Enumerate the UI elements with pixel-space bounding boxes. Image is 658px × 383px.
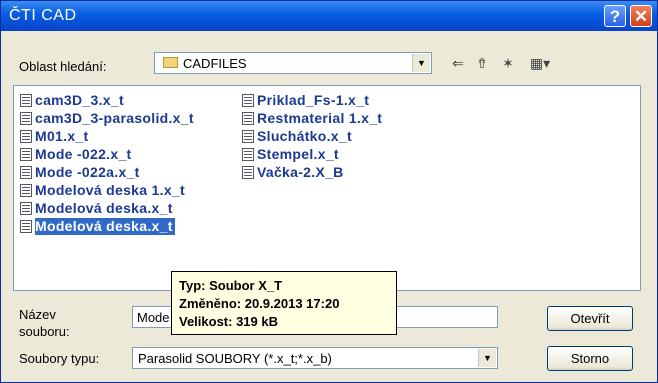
lookin-label: Oblast hledání:: [19, 59, 107, 74]
open-button[interactable]: Otevřít: [547, 306, 633, 331]
help-button[interactable]: ?: [604, 5, 626, 27]
file-icon: [20, 130, 32, 143]
file-icon: [242, 166, 254, 179]
filename-label-line2: souboru:: [19, 324, 70, 339]
back-icon[interactable]: ⇐: [449, 55, 467, 71]
chevron-down-icon[interactable]: ▼: [412, 54, 430, 72]
file-icon: [20, 220, 32, 233]
tooltip-modified: Změněno: 20.9.2013 17:20: [179, 296, 340, 311]
close-button[interactable]: ✕: [630, 5, 652, 27]
lookin-value: CADFILES: [183, 56, 247, 71]
filetype-value: Parasolid SOUBORY (*.x_t;*.x_b): [138, 351, 332, 366]
file-icon: [20, 184, 32, 197]
file-icon: [242, 148, 254, 161]
filename-label-line1: Název: [19, 307, 56, 322]
open-file-dialog: ČTI CAD ? ✕ Oblast hledání: CADFILES ▼ ⇐…: [0, 0, 658, 383]
title-bar[interactable]: ČTI CAD ? ✕: [1, 1, 657, 31]
chevron-down-icon[interactable]: ▼: [478, 349, 496, 367]
file-list[interactable]: cam3D_3.x_t cam3D_3-parasolid.x_t M01.x_…: [13, 85, 641, 291]
view-menu-icon[interactable]: ▦▾: [525, 55, 555, 71]
file-icon: [242, 94, 254, 107]
lookin-dropdown[interactable]: CADFILES ▼: [154, 52, 432, 74]
filetype-label: Soubory typu:: [19, 351, 100, 366]
up-folder-icon[interactable]: ⇮: [473, 55, 491, 71]
file-info-tooltip: Typ: Soubor X_T Změněno: 20.9.2013 17:20…: [171, 271, 397, 335]
file-icon: [20, 148, 32, 161]
tooltip-type: Typ: Soubor X_T: [179, 278, 283, 293]
file-icon: [242, 130, 254, 143]
filetype-dropdown[interactable]: Parasolid SOUBORY (*.x_t;*.x_b) ▼: [132, 347, 498, 369]
new-folder-icon[interactable]: ✶: [499, 55, 517, 71]
file-icon: [20, 166, 32, 179]
file-icon: [20, 94, 32, 107]
cancel-button[interactable]: Storno: [547, 346, 633, 371]
folder-icon: [163, 57, 178, 68]
tooltip-size: Velikost: 319 kB: [179, 314, 278, 329]
window-title: ČTI CAD: [9, 7, 77, 24]
file-icon: [20, 112, 32, 125]
file-icon: [242, 112, 254, 125]
file-icon: [20, 202, 32, 215]
